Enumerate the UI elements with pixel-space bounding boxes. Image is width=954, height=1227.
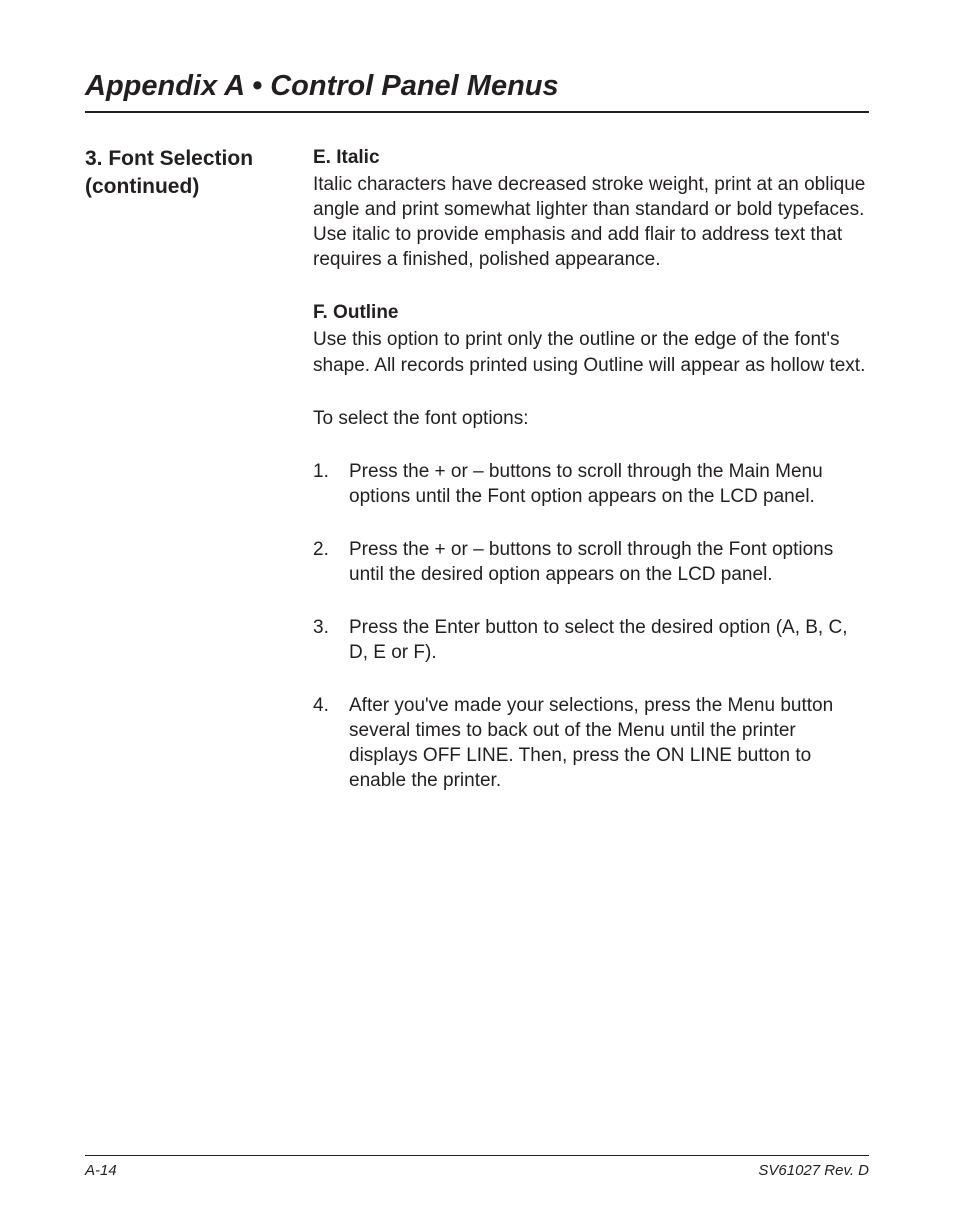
list-item: Press the + or – buttons to scroll throu…	[313, 459, 869, 509]
subheading-outline: F. Outline	[313, 300, 869, 325]
list-item: Press the Enter button to select the des…	[313, 615, 869, 665]
subheading-italic: E. Italic	[313, 145, 869, 170]
paragraph-outline: Use this option to print only the outlin…	[313, 327, 869, 377]
page-footer: A-14 SV61027 Rev. D	[85, 1155, 869, 1179]
page-number: A-14	[85, 1162, 117, 1179]
list-item: After you've made your selections, press…	[313, 693, 869, 793]
page-header: Appendix A • Control Panel Menus	[85, 70, 869, 113]
section-title: 3. Font Selection (continued)	[85, 145, 295, 202]
section-line-2: (continued)	[85, 173, 295, 201]
page-title: Appendix A • Control Panel Menus	[85, 70, 869, 103]
steps-list: Press the + or – buttons to scroll throu…	[313, 459, 869, 794]
paragraph-italic: Italic characters have decreased stroke …	[313, 172, 869, 272]
revision-label: SV61027 Rev. D	[758, 1162, 869, 1179]
paragraph-select-intro: To select the font options:	[313, 406, 869, 431]
right-column: E. Italic Italic characters have decreas…	[313, 145, 869, 821]
left-column: 3. Font Selection (continued)	[85, 145, 295, 821]
section-line-1: 3. Font Selection	[85, 145, 295, 173]
list-item: Press the + or – buttons to scroll throu…	[313, 537, 869, 587]
content-row: 3. Font Selection (continued) E. Italic …	[85, 145, 869, 821]
